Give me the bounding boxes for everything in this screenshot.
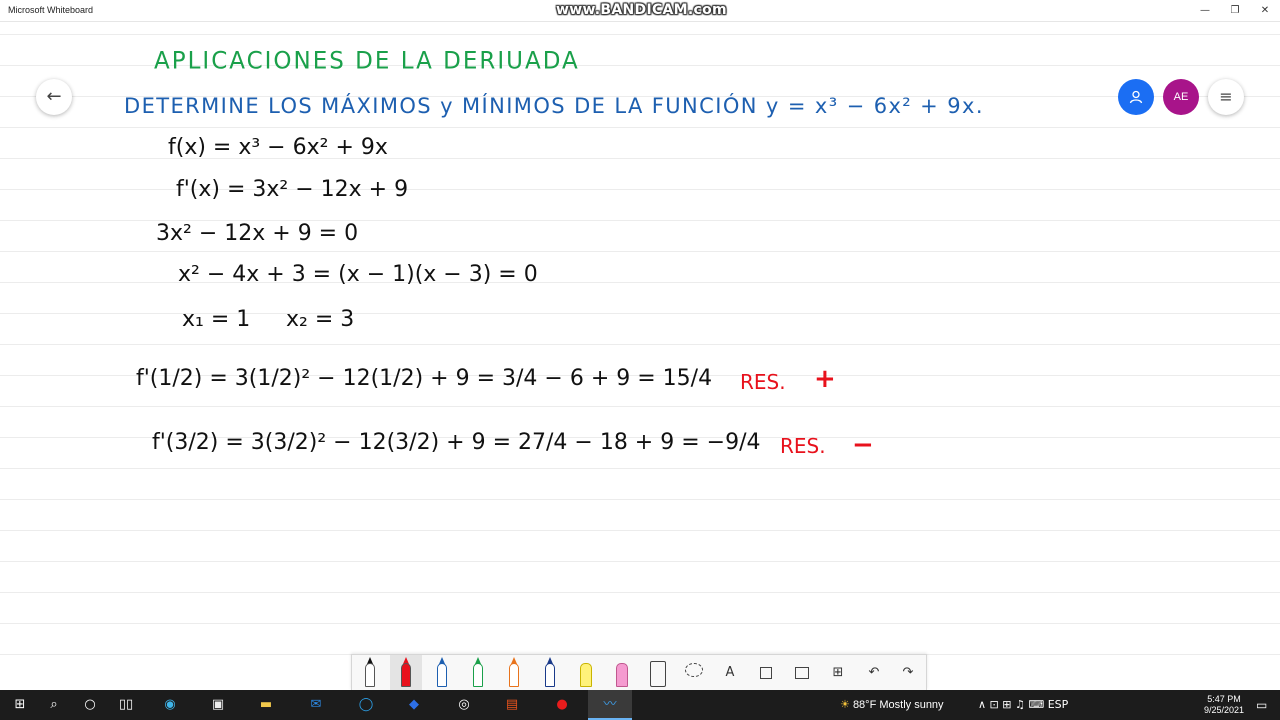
highlighter-yellow-icon[interactable]	[570, 655, 602, 691]
redo-icon[interactable]: ↷	[892, 655, 924, 691]
start-icon[interactable]: ⊞	[0, 690, 40, 720]
clock-time: 5:47 PM	[1207, 694, 1241, 704]
root-x1: x₁ = 1	[182, 307, 251, 332]
board-heading: APLICACIONES DE LA DERIUADA	[154, 47, 580, 75]
add-icon[interactable]: ⊞	[822, 655, 854, 691]
sticky-note-icon[interactable]	[750, 655, 782, 691]
evaluation-half: f'(1/2) = 3(1/2)² − 12(1/2) + 9 = 3/4 − …	[136, 366, 713, 391]
weather-widget[interactable]: ☀ 88°F Mostly sunny	[840, 690, 944, 720]
system-tray[interactable]: ∧ ⊡ ⊞ ♫ ⌨ ESP	[978, 690, 1068, 720]
pen-darkblue-icon[interactable]	[534, 655, 566, 691]
result-label-1: RES.	[740, 370, 786, 394]
cortana-icon[interactable]: ○	[72, 690, 108, 720]
recording-watermark: www.BANDICAM.com	[556, 2, 727, 18]
pen-green-icon[interactable]	[462, 655, 494, 691]
text-icon[interactable]: A	[714, 655, 746, 691]
close-button[interactable]: ✕	[1248, 0, 1280, 22]
ruler-icon[interactable]	[642, 655, 674, 691]
undo-icon[interactable]: ↶	[858, 655, 890, 691]
result-label-2: RES.	[780, 434, 826, 458]
minimize-button[interactable]: —	[1188, 0, 1222, 22]
clock[interactable]: 5:47 PM 9/25/2021	[1196, 694, 1252, 716]
result-sign-positive: +	[814, 364, 836, 394]
bandicam-icon[interactable]: ●	[542, 690, 582, 720]
evaluation-three-halves: f'(3/2) = 3(3/2)² − 12(3/2) + 9 = 27/4 −…	[152, 430, 761, 455]
cortana-app-icon[interactable]: ◯	[346, 690, 386, 720]
taskbar: ⊞ ⌕ ○ ▯▯ ◉ ▣ ▬ ✉ ◯ ◆ ◎ ▤ ● 〰 ☀ 88°F Most…	[0, 690, 1280, 720]
pen-blue-icon[interactable]	[426, 655, 458, 691]
app-title: Microsoft Whiteboard	[8, 5, 94, 15]
weather-temp: 88°F	[852, 699, 877, 711]
menu-button[interactable]: ≡	[1208, 79, 1244, 115]
sun-icon: ☀	[840, 698, 850, 711]
file-explorer-icon[interactable]: ▬	[246, 690, 286, 720]
result-sign-negative: −	[852, 430, 874, 460]
equation-factored: x² − 4x + 3 = (x − 1)(x − 3) = 0	[178, 262, 538, 287]
root-x2: x₂ = 3	[286, 307, 355, 332]
pen-black-icon[interactable]	[354, 655, 386, 691]
highlighter-pink-icon[interactable]	[606, 655, 638, 691]
share-icon[interactable]	[1118, 79, 1154, 115]
dropbox-icon[interactable]: ◆	[394, 690, 434, 720]
search-icon[interactable]: ⌕	[36, 690, 72, 720]
office-icon[interactable]: ▤	[492, 690, 532, 720]
equation-zero: 3x² − 12x + 9 = 0	[156, 221, 359, 246]
lasso-icon[interactable]	[678, 655, 710, 691]
weather-text: Mostly sunny	[879, 699, 944, 711]
back-button[interactable]: ←	[36, 79, 72, 115]
pen-red-icon[interactable]	[390, 655, 422, 691]
notifications-icon[interactable]: ▭	[1256, 690, 1267, 720]
whiteboard-canvas[interactable]: ← AE ≡ APLICACIONES DE LA DERIUADA DETER…	[0, 22, 1280, 690]
equation-f: f(x) = x³ − 6x² + 9x	[168, 135, 388, 160]
clock-date: 9/25/2021	[1203, 705, 1245, 715]
equation-f-prime: f'(x) = 3x² − 12x + 9	[176, 177, 409, 202]
pen-orange-icon[interactable]	[498, 655, 530, 691]
store-icon[interactable]: ▣	[198, 690, 238, 720]
task-statement: DETERMINE LOS MÁXIMOS y MÍNIMOS DE LA FU…	[124, 94, 984, 118]
title-bar: Microsoft Whiteboard www.BANDICAM.com — …	[0, 0, 1280, 22]
task-view-icon[interactable]: ▯▯	[108, 690, 144, 720]
inking-toolbar: A ⊞ ↶ ↷	[351, 654, 927, 691]
edge-icon[interactable]: ◉	[150, 690, 190, 720]
image-icon[interactable]	[786, 655, 818, 691]
mail-icon[interactable]: ✉	[296, 690, 336, 720]
app-icon[interactable]: ◎	[444, 690, 484, 720]
avatar[interactable]: AE	[1163, 79, 1199, 115]
whiteboard-app-icon[interactable]: 〰	[588, 690, 632, 720]
restore-button[interactable]: ❐	[1218, 0, 1252, 22]
